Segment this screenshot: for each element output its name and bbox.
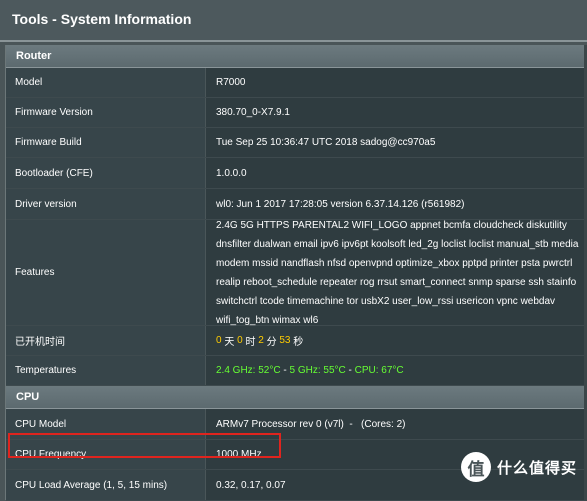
table-row-bootloader: Bootloader (CFE) 1.0.0.0: [6, 158, 587, 189]
model-value: R7000: [206, 68, 587, 97]
driver-version-label: Driver version: [6, 189, 206, 219]
page-header: Tools - System Information: [0, 0, 587, 40]
table-row-temperatures: Temperatures 2.4 GHz: 52°C - 5 GHz: 55°C…: [6, 356, 587, 386]
table-row-uptime: 已开机时间 0 天 0 时 2 分 53 秒: [6, 326, 587, 356]
cpu-model-label: CPU Model: [6, 409, 206, 439]
router-section-header: Router: [6, 45, 587, 68]
uptime-hours: 0: [237, 335, 243, 346]
firmware-version-label: Firmware Version: [6, 98, 206, 127]
table-row-features: Features 2.4G 5G HTTPS PARENTAL2 WIFI_LO…: [6, 220, 587, 326]
firmware-build-label: Firmware Build: [6, 128, 206, 157]
firmware-build-value: Tue Sep 25 10:36:47 UTC 2018 sadog@cc970…: [206, 128, 587, 157]
temp-cpu: CPU: 67°C: [354, 365, 404, 376]
temperatures-value: 2.4 GHz: 52°C - 5 GHz: 55°C - CPU: 67°C: [206, 356, 587, 385]
table-row-firmware-build: Firmware Build Tue Sep 25 10:36:47 UTC 2…: [6, 128, 587, 158]
table-row-firmware-version: Firmware Version 380.70_0-X7.9.1: [6, 98, 587, 128]
bootloader-value: 1.0.0.0: [206, 158, 587, 188]
uptime-seconds-unit: 秒: [293, 337, 304, 348]
uptime-minutes-unit: 分: [266, 337, 277, 348]
cpu-load-label: CPU Load Average (1, 5, 15 mins): [6, 470, 206, 500]
table-row-cpu-model: CPU Model ARMv7 Processor rev 0 (v7l) - …: [6, 409, 587, 440]
uptime-value: 0 天 0 时 2 分 53 秒: [206, 326, 587, 355]
cpu-frequency-label: CPU Frequency: [6, 440, 206, 469]
watermark-logo-icon: 值: [460, 452, 491, 482]
uptime-days-unit: 天: [224, 337, 235, 348]
temp-5ghz: 5 GHz: 55°C: [289, 365, 346, 376]
model-label: Model: [6, 68, 206, 97]
temp-separator: -: [280, 365, 290, 376]
cpu-section-header: CPU: [6, 386, 587, 409]
temp-separator: -: [345, 365, 355, 376]
uptime-hours-unit: 时: [245, 337, 256, 348]
firmware-version-value: 380.70_0-X7.9.1: [206, 98, 587, 127]
temperatures-label: Temperatures: [6, 356, 206, 385]
uptime-label: 已开机时间: [6, 326, 206, 355]
driver-version-value: wl0: Jun 1 2017 17:28:05 version 6.37.14…: [206, 189, 587, 219]
bootloader-label: Bootloader (CFE): [6, 158, 206, 188]
features-label: Features: [6, 220, 206, 325]
watermark: 值 什么值得买: [460, 452, 577, 482]
header-divider: [0, 40, 587, 42]
uptime-minutes: 2: [258, 335, 264, 346]
cpu-model-value: ARMv7 Processor rev 0 (v7l) - (Cores: 2): [206, 409, 587, 439]
watermark-text: 什么值得买: [496, 459, 577, 477]
table-row-model: Model R7000: [6, 68, 587, 98]
page-title: Tools - System Information: [12, 11, 192, 27]
system-info-panel: Router Model R7000 Firmware Version 380.…: [5, 45, 587, 501]
features-value: 2.4G 5G HTTPS PARENTAL2 WIFI_LOGO appnet…: [206, 220, 587, 326]
uptime-days: 0: [216, 335, 222, 346]
uptime-seconds: 53: [279, 335, 291, 346]
temp-24ghz: 2.4 GHz: 52°C: [216, 365, 281, 376]
